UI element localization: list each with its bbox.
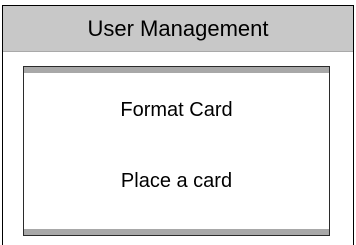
window-title: User Management [87,15,269,41]
format-card-option[interactable]: Format Card [24,100,329,120]
user-management-window: User Management Format Card Place a card [2,5,354,245]
place-card-option[interactable]: Place a card [24,171,329,191]
dialog-bottom-bar [24,229,329,235]
titlebar: User Management [3,6,353,52]
dialog-top-bar [24,67,329,73]
card-dialog: Format Card Place a card [23,66,330,236]
